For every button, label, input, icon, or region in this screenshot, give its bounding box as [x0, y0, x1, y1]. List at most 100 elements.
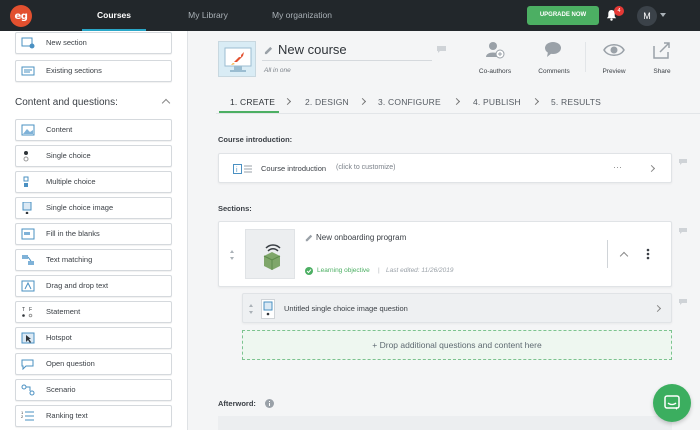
notification-badge: 4 — [614, 6, 624, 16]
sidebar-item-label: Open question — [46, 359, 95, 368]
sidebar-heading: Content and questions: — [15, 97, 118, 108]
comments-button[interactable]: Comments — [529, 38, 579, 80]
more-options-icon[interactable]: ··· — [613, 162, 622, 172]
steps-divider — [216, 113, 700, 114]
sidebar-item-label: Fill in the blanks — [46, 229, 100, 238]
question-title: Untitled single choice image question — [284, 304, 408, 313]
sidebar-item-statement[interactable]: T F Statement — [15, 301, 172, 323]
sidebar-item-label: Scenario — [46, 385, 76, 394]
pencil-icon[interactable] — [264, 46, 273, 55]
svg-text:T: T — [22, 307, 25, 313]
single-choice-image-icon — [261, 299, 275, 319]
kebab-menu-icon[interactable] — [646, 248, 650, 260]
collapse-chevron-icon[interactable] — [619, 251, 629, 261]
ranking-text-icon: 1 2 — [21, 410, 34, 421]
sidebar-item-single-choice[interactable]: Single choice — [15, 145, 172, 167]
scenario-icon — [21, 384, 35, 396]
sidebar-item-label: Drag and drop text — [46, 281, 109, 290]
sidebar-item-scenario[interactable]: Scenario — [15, 379, 172, 401]
multiple-choice-icon — [23, 176, 29, 187]
share-button[interactable]: Share — [637, 38, 687, 80]
section-thumbnail[interactable] — [245, 229, 295, 279]
section-card[interactable]: New onboarding program Learning objectiv… — [218, 221, 672, 287]
tab-courses[interactable]: Courses — [82, 0, 146, 31]
afterword-heading: Afterword: — [218, 399, 256, 408]
sidebar-item-hotspot[interactable]: Hotspot — [15, 327, 172, 349]
chevron-down-icon[interactable] — [660, 13, 666, 17]
sidebar-item-ranking-text[interactable]: 1 2 Ranking text — [15, 405, 172, 427]
sidebar-item-new-section[interactable]: New section — [15, 32, 172, 54]
chevron-right-icon[interactable] — [653, 304, 662, 313]
fill-in-blanks-icon — [21, 228, 35, 240]
svg-text:2: 2 — [21, 414, 24, 419]
statement-icon: T F — [22, 307, 33, 318]
content-icon — [21, 124, 35, 136]
preview-label: Preview — [602, 68, 626, 75]
step-results[interactable]: 5. RESULTS — [551, 97, 601, 107]
drag-handle-icon[interactable] — [248, 303, 254, 315]
chevron-right-icon — [452, 97, 461, 106]
sidebar-item-fill-in-blanks[interactable]: Fill in the blanks — [15, 223, 172, 245]
rocket-icon — [224, 47, 252, 72]
chevron-right-icon[interactable] — [647, 164, 656, 173]
chevron-right-icon — [531, 97, 540, 106]
pencil-icon[interactable] — [305, 234, 313, 242]
top-navigation-bar: eg Courses My Library My organization UP… — [0, 0, 700, 31]
comments-icon — [545, 42, 561, 57]
course-introduction-heading: Course introduction: — [218, 135, 293, 144]
sidebar-item-single-choice-image[interactable]: Single choice image — [15, 197, 172, 219]
step-design[interactable]: 2. DESIGN — [305, 97, 349, 107]
coauthors-label: Co-authors — [478, 68, 512, 75]
learning-objective-link[interactable]: Learning objective — [317, 267, 370, 274]
svg-text:F: F — [29, 307, 32, 313]
course-title[interactable]: New course — [278, 42, 347, 57]
sidebar-item-label: Statement — [46, 307, 81, 316]
sidebar: New section Existing sections Content an… — [0, 31, 188, 430]
section-title[interactable]: New onboarding program — [316, 233, 406, 242]
single-choice-icon — [23, 151, 29, 162]
drop-zone[interactable]: + Drop additional questions and content … — [242, 330, 672, 360]
eye-icon — [603, 44, 625, 56]
comment-icon[interactable] — [679, 159, 687, 165]
afterword-card[interactable] — [218, 416, 672, 430]
sidebar-item-multiple-choice[interactable]: Multiple choice — [15, 171, 172, 193]
course-introduction-card[interactable]: i Course introduction (click to customiz… — [218, 153, 672, 183]
sidebar-item-content[interactable]: Content — [15, 119, 172, 141]
divider — [585, 42, 586, 72]
comment-icon[interactable] — [437, 46, 446, 53]
step-create[interactable]: 1. CREATE — [230, 97, 275, 107]
chevron-up-icon[interactable] — [161, 98, 171, 108]
upgrade-now-button[interactable]: UPGRADE NOW — [527, 6, 599, 25]
course-thumbnail[interactable] — [218, 41, 256, 77]
tab-my-library[interactable]: My Library — [176, 0, 240, 31]
chat-button[interactable] — [653, 384, 691, 422]
sidebar-item-drag-drop-text[interactable]: Drag and drop text — [15, 275, 172, 297]
avatar[interactable]: M — [637, 6, 657, 26]
drag-handle-icon[interactable] — [229, 249, 235, 261]
hotspot-icon — [21, 332, 35, 344]
sidebar-item-label: Multiple choice — [46, 177, 96, 186]
step-publish[interactable]: 4. PUBLISH — [473, 97, 521, 107]
sidebar-item-text-matching[interactable]: Text matching — [15, 249, 172, 271]
new-section-icon — [21, 37, 35, 49]
logo[interactable]: eg — [10, 5, 32, 27]
divider — [607, 240, 608, 268]
info-icon[interactable] — [265, 399, 274, 408]
chevron-right-icon — [283, 97, 292, 106]
question-row[interactable]: Untitled single choice image question — [242, 293, 672, 323]
sidebar-item-open-question[interactable]: Open question — [15, 353, 172, 375]
sidebar-item-label: Text matching — [46, 255, 93, 264]
sidebar-item-existing-sections[interactable]: Existing sections — [15, 60, 172, 82]
title-underline — [262, 60, 432, 61]
coauthors-button[interactable]: Co-authors — [470, 38, 520, 80]
svg-text:i: i — [236, 167, 238, 174]
sections-heading: Sections: — [218, 204, 252, 213]
preview-button[interactable]: Preview — [589, 38, 639, 80]
chat-icon — [664, 395, 680, 410]
step-configure[interactable]: 3. CONFIGURE — [378, 97, 441, 107]
tab-my-organization[interactable]: My organization — [262, 0, 342, 31]
share-icon — [653, 42, 670, 59]
drag-drop-text-icon — [21, 280, 35, 292]
comment-icon[interactable] — [679, 299, 687, 305]
comment-icon[interactable] — [679, 228, 687, 234]
